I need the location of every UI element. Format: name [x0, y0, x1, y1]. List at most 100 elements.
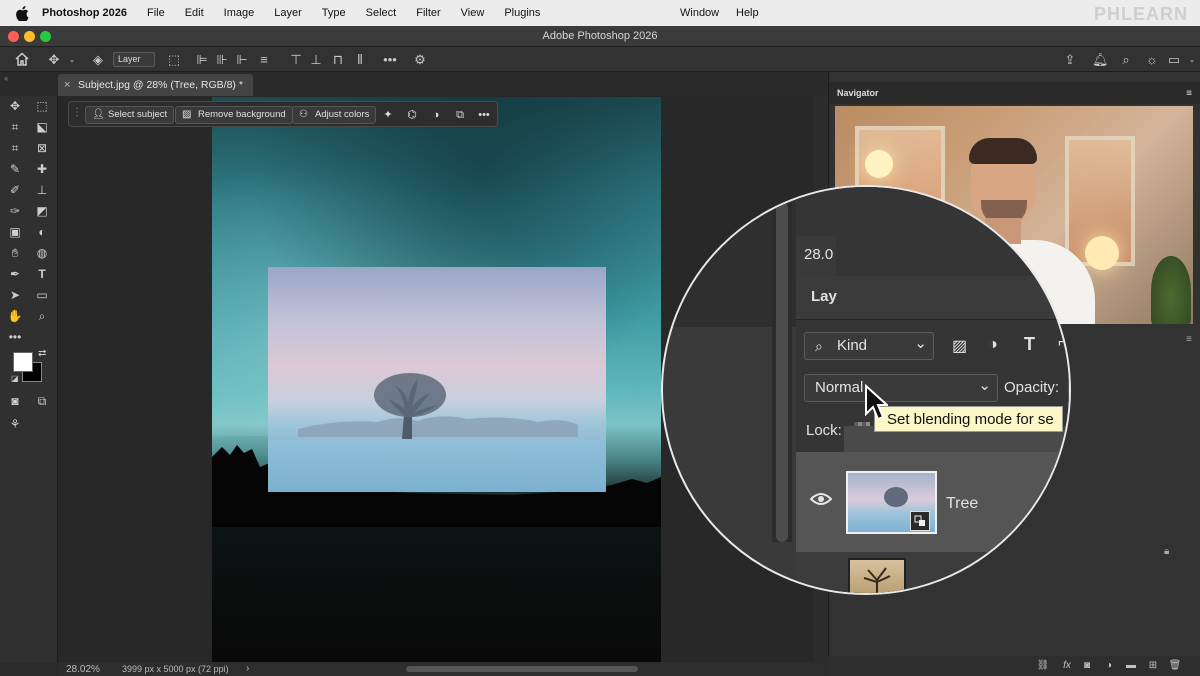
adjust-colors-button[interactable]: ⚇ Adjust colors	[292, 106, 377, 124]
align-middle-icon[interactable]: ⊥	[308, 52, 324, 68]
app-menu[interactable]: Photoshop 2026	[42, 7, 127, 19]
transform-icon[interactable]: ⌬	[404, 107, 420, 123]
distribute-vertical-icon[interactable]: ⦀	[352, 52, 368, 68]
transform-controls-icon[interactable]: ⬚	[166, 52, 182, 68]
close-tab-icon[interactable]: ×	[64, 74, 70, 96]
layers-panel-menu-icon[interactable]: ≡	[1186, 334, 1192, 345]
zoom-tool-icon[interactable]: ⌕	[34, 308, 50, 324]
stamp-tool-icon[interactable]: ⊥	[34, 182, 50, 198]
opacity-field[interactable]	[1068, 376, 1069, 400]
tree-layer-thumbnail[interactable]	[846, 471, 937, 534]
rectangle-tool-icon[interactable]: ▭	[34, 287, 50, 303]
minimize-window-button[interactable]	[24, 31, 35, 42]
blur-tool-icon[interactable]: ◐	[34, 224, 50, 240]
align-right-icon[interactable]: ⊩	[234, 52, 250, 68]
menu-view[interactable]: View	[461, 7, 485, 19]
menu-filter[interactable]: Filter	[416, 7, 440, 19]
apple-menu-icon[interactable]	[14, 5, 30, 21]
workspace-chevron-icon[interactable]: ⌄	[1184, 52, 1200, 68]
chevron-down-icon[interactable]: ⌄	[64, 52, 80, 68]
menu-image[interactable]: Image	[224, 7, 255, 19]
quick-select-tool-icon[interactable]: ⬕	[34, 119, 50, 135]
workspace-icon[interactable]: ▭	[1166, 52, 1182, 68]
bell-icon[interactable]: 🔔︎	[1092, 52, 1109, 68]
align-top-icon[interactable]: ⊤	[288, 52, 304, 68]
layer-filter-kind-dropdown[interactable]: ⌕ Kind ⌄	[804, 332, 934, 360]
menu-file[interactable]: File	[147, 7, 165, 19]
align-left-icon[interactable]: ⊫	[194, 52, 210, 68]
filter-adjustment-icon[interactable]: ◑	[988, 336, 998, 354]
quick-mask-icon[interactable]: ◙	[7, 393, 23, 409]
delete-layer-icon[interactable]: 🗑︎	[1168, 659, 1182, 673]
eyedropper-tool-icon[interactable]: ✎	[7, 161, 23, 177]
filter-shape-icon[interactable]: ⌐	[1058, 334, 1067, 352]
move-tool-icon[interactable]: ✥	[7, 98, 23, 114]
zoom-level[interactable]: 28.02%	[66, 664, 100, 675]
tree-layer-image[interactable]	[268, 267, 606, 492]
move-tool-icon[interactable]: ✥	[46, 52, 62, 68]
remove-background-button[interactable]: ▨ Remove background	[175, 106, 293, 124]
link-layers-icon[interactable]: ⛓	[1036, 659, 1050, 673]
zoom-window-button[interactable]	[40, 31, 51, 42]
horizontal-scrollbar-thumb[interactable]	[406, 666, 638, 672]
gear-icon[interactable]: ⚙	[412, 52, 428, 68]
gradient-tool-icon[interactable]: ▣	[7, 224, 23, 240]
filter-pixel-icon[interactable]: ▨	[952, 336, 967, 356]
swap-colors-icon[interactable]: ⇄	[38, 348, 46, 359]
home-icon[interactable]	[14, 52, 30, 68]
path-select-tool-icon[interactable]: ➤	[7, 287, 23, 303]
new-layer-icon[interactable]: ⊞	[1146, 659, 1160, 673]
drag-handle-icon[interactable]: ⋮	[72, 107, 82, 118]
discover-icon[interactable]: ☼	[1144, 52, 1160, 68]
more-options-icon[interactable]: •••	[382, 52, 398, 68]
close-window-button[interactable]	[8, 31, 19, 42]
menu-select[interactable]: Select	[366, 7, 397, 19]
distribute-icon[interactable]: ≡	[256, 52, 272, 68]
adjustment-layer-icon[interactable]: ◑	[1102, 659, 1116, 673]
mask-icon[interactable]: ⧉	[452, 107, 468, 123]
navigator-zoom-field[interactable]: 28.0	[804, 246, 833, 263]
generative-icon[interactable]: ⚘	[7, 416, 23, 432]
generative-fill-icon[interactable]: ✦	[380, 107, 396, 123]
hand-tool-icon[interactable]: ✋	[7, 308, 23, 324]
screen-mode-icon[interactable]: ⧉	[34, 393, 50, 409]
document-tab[interactable]: × Subject.jpg @ 28% (Tree, RGB/8) *	[58, 74, 253, 96]
menu-help[interactable]: Help	[736, 7, 759, 19]
select-subject-button[interactable]: 👤︎ Select subject	[85, 106, 175, 124]
adjustment-icon[interactable]: ◑	[428, 107, 444, 123]
healing-brush-tool-icon[interactable]: ✚	[34, 161, 50, 177]
menu-layer[interactable]: Layer	[274, 7, 302, 19]
menu-window[interactable]: Window	[680, 7, 719, 19]
more-icon[interactable]: •••	[476, 107, 492, 123]
auto-select-target-dropdown[interactable]: Layer ⌄	[113, 52, 155, 77]
magnified-scrollbar[interactable]	[772, 202, 792, 542]
layer-style-fx-icon[interactable]: fx	[1060, 659, 1074, 673]
share-icon[interactable]: ⇪	[1062, 52, 1078, 68]
layers-panel-tab[interactable]: Lay	[811, 288, 837, 305]
collapse-panels-icon[interactable]: «	[4, 74, 8, 83]
visibility-eye-icon[interactable]	[809, 492, 833, 511]
filter-type-icon[interactable]: T	[1024, 334, 1035, 355]
search-icon[interactable]: ⌕	[1118, 52, 1134, 68]
blend-mode-dropdown[interactable]: Normal ⌄	[804, 374, 998, 402]
eraser-tool-icon[interactable]: ◩	[34, 203, 50, 219]
history-brush-tool-icon[interactable]: ✑	[7, 203, 23, 219]
navigator-panel-menu-icon[interactable]: ≡	[1186, 88, 1192, 99]
layer-name-tree[interactable]: Tree	[946, 495, 978, 513]
type-tool-icon[interactable]: T	[34, 266, 50, 282]
menu-type[interactable]: Type	[322, 7, 346, 19]
auto-select-icon[interactable]: ◈	[90, 52, 106, 68]
background-layer-thumbnail[interactable]	[848, 558, 906, 593]
layer-row-background[interactable]	[796, 552, 1069, 593]
brush-tool-icon[interactable]: ✐	[7, 182, 23, 198]
status-menu-arrow[interactable]: ›	[246, 663, 249, 674]
frame-tool-icon[interactable]: ⊠	[34, 140, 50, 156]
new-group-icon[interactable]: ▬	[1124, 659, 1138, 673]
foreground-color-swatch[interactable]	[13, 352, 33, 372]
menu-edit[interactable]: Edit	[185, 7, 204, 19]
align-center-icon[interactable]: ⊪	[214, 52, 230, 68]
sponge-tool-icon[interactable]: ◍	[34, 245, 50, 261]
default-colors-icon[interactable]: ◪	[11, 374, 19, 383]
dodge-tool-icon[interactable]: ✋︎	[7, 245, 23, 261]
menu-plugins[interactable]: Plugins	[504, 7, 540, 19]
